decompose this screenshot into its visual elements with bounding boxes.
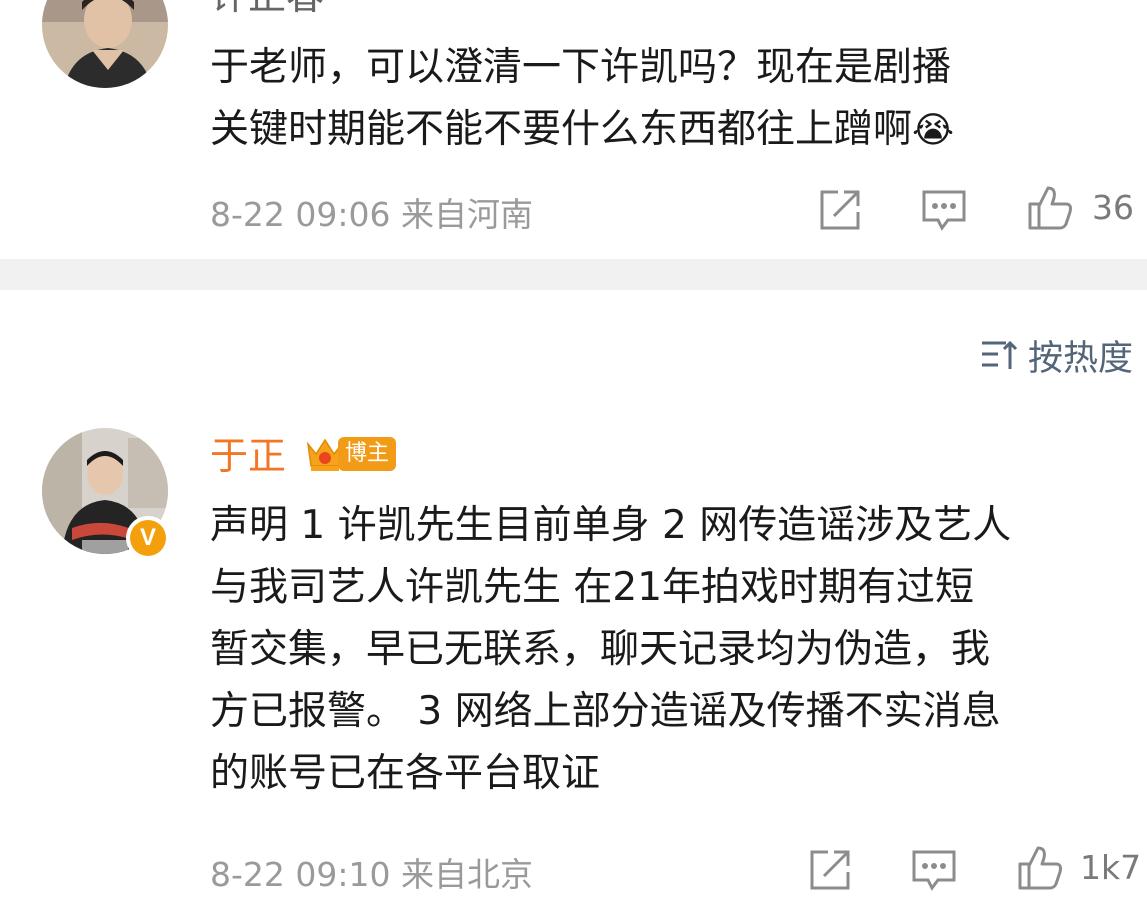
crying-emoji-icon: 😭 <box>912 110 955 151</box>
like-count: 1k7 <box>1080 848 1142 887</box>
comment-text: 声明 1 许凯先生目前单身 2 网传造谣涉及艺人 与我司艺人许凯先生 在21年拍… <box>210 495 1011 805</box>
comment-meta: 8-22 09:10 来自北京 <box>210 855 533 894</box>
sort-label: 按热度 <box>1027 338 1133 379</box>
comment-meta: 8-22 09:06 来自河南 <box>210 195 533 234</box>
share-icon[interactable] <box>806 846 854 894</box>
verified-badge: V <box>126 516 170 560</box>
comment-line: 声明 1 许凯先生目前单身 2 网传造谣涉及艺人 <box>210 503 1012 548</box>
avatar[interactable] <box>42 0 168 88</box>
thumbs-up-icon[interactable] <box>1016 844 1064 892</box>
blogger-badge: 博主 <box>304 434 397 474</box>
comment-icon[interactable] <box>910 846 958 894</box>
like-count: 36 <box>1092 188 1134 227</box>
comment-username[interactable]: 于正 <box>210 434 286 478</box>
comment-text: 于老师，可以澄清一下许凯吗？现在是剧播 关键时期能不能不要什么东西都往上蹭啊😭 <box>210 37 954 162</box>
thumbs-up-icon[interactable] <box>1026 184 1074 232</box>
comment-line: 于老师，可以澄清一下许凯吗？现在是剧播 <box>210 45 952 90</box>
weibo-comments-page: 许正春 于老师，可以澄清一下许凯吗？现在是剧播 关键时期能不能不要什么东西都往上… <box>0 0 1147 906</box>
sort-toggle[interactable]: 按热度 <box>980 333 1133 379</box>
badge-label: 博主 <box>338 437 397 471</box>
comment-line: 方已报警。 3 网络上部分造谣及传播不实消息 <box>210 689 1001 734</box>
share-icon[interactable] <box>816 186 864 234</box>
sort-icon <box>981 340 1018 369</box>
comment-line: 的账号已在各平台取证 <box>210 751 601 796</box>
section-divider <box>0 259 1147 290</box>
comment-line: 关键时期能不能不要什么东西都往上蹭啊😭 <box>210 107 955 152</box>
comment-username[interactable]: 许正春 <box>210 0 324 18</box>
comment-line: 暂交集，早已无联系，聊天记录均为伪造，我 <box>210 627 991 672</box>
comment-line: 与我司艺人许凯先生 在21年拍戏时期有过短 <box>210 565 975 610</box>
comment-icon[interactable] <box>920 186 968 234</box>
